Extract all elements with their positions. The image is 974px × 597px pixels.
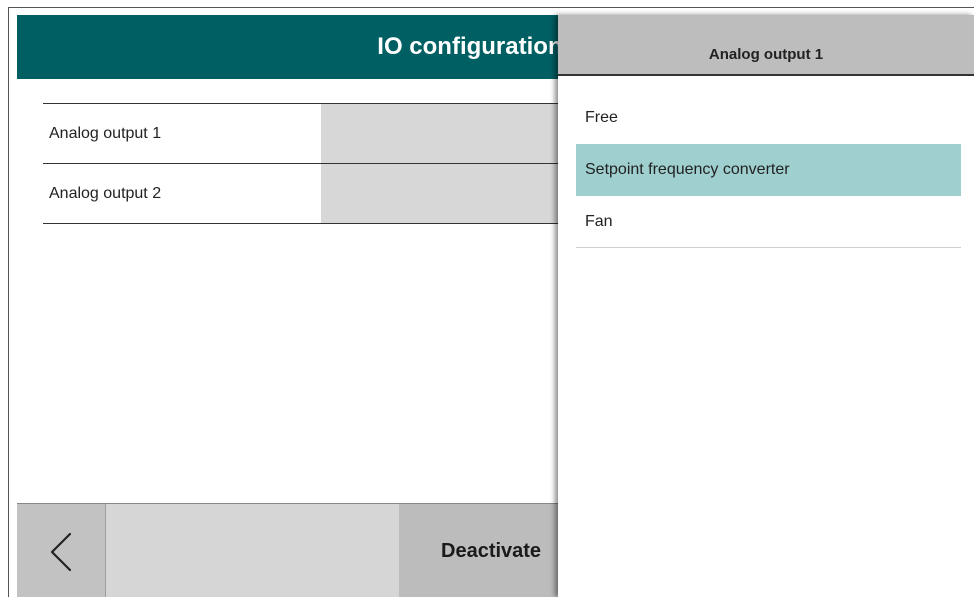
row-label: Analog output 1 — [49, 125, 162, 142]
dropdown-panel: Analog output 1 Free Setpoint frequency … — [558, 15, 974, 597]
dropdown-title: Analog output 1 — [708, 46, 824, 63]
deactivate-label: Deactivate — [441, 540, 542, 562]
option-free[interactable]: Free — [576, 92, 961, 144]
footer-spacer — [106, 504, 399, 597]
chevron-left-icon — [50, 532, 72, 572]
option-setpoint-frequency-converter[interactable]: Setpoint frequency converter — [576, 144, 961, 196]
dropdown-header: Analog output 1 — [558, 15, 974, 76]
option-fan[interactable]: Fan — [576, 196, 961, 248]
back-button[interactable] — [17, 504, 106, 597]
row-label: Analog output 2 — [49, 185, 162, 202]
dropdown-options: Free Setpoint frequency converter Fan — [576, 92, 961, 248]
